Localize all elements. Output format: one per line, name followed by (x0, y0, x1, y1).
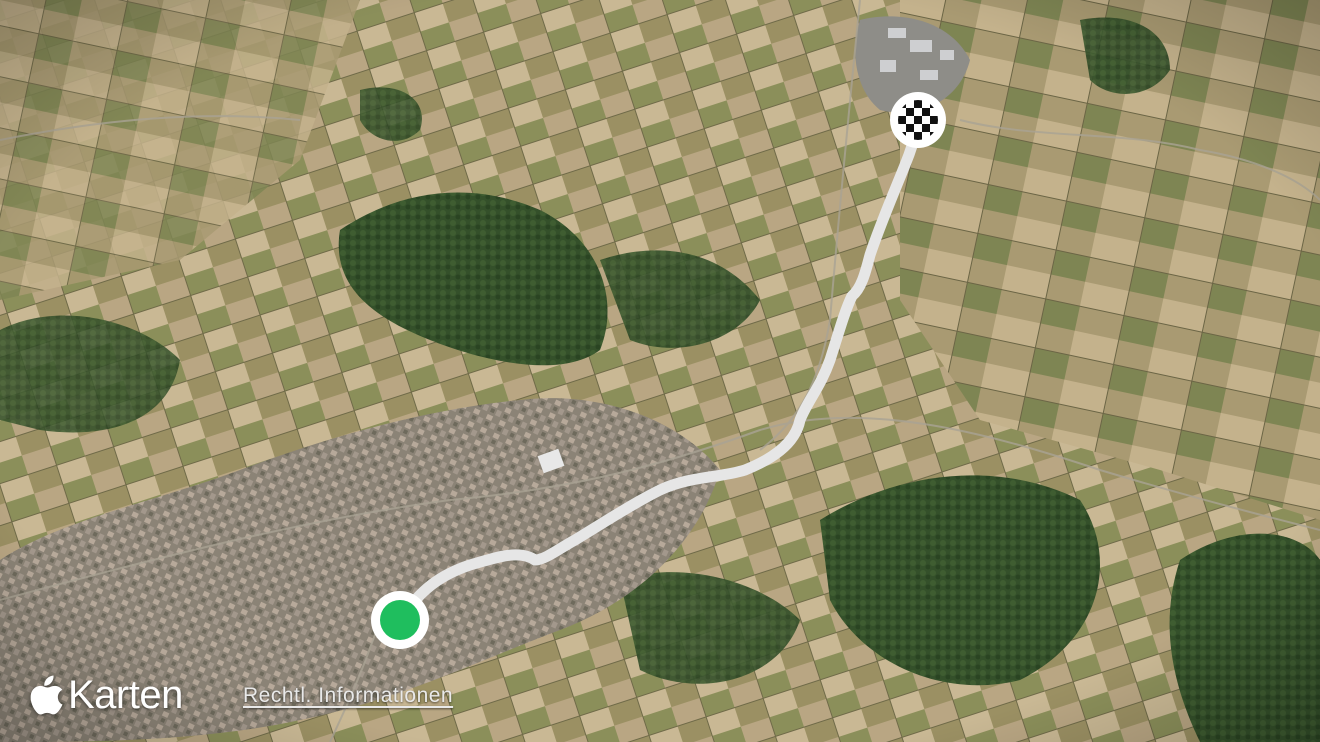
legal-information-link[interactable]: Rechtl. Informationen (243, 684, 453, 708)
end-marker-checkered-flag-icon[interactable] (890, 92, 946, 148)
map-vignette (0, 0, 1320, 742)
satellite-map[interactable] (0, 0, 1320, 742)
maps-branding: Karten (30, 670, 183, 720)
start-marker[interactable] (371, 591, 429, 649)
app-name: Karten (68, 673, 183, 717)
apple-logo-icon (30, 675, 63, 715)
